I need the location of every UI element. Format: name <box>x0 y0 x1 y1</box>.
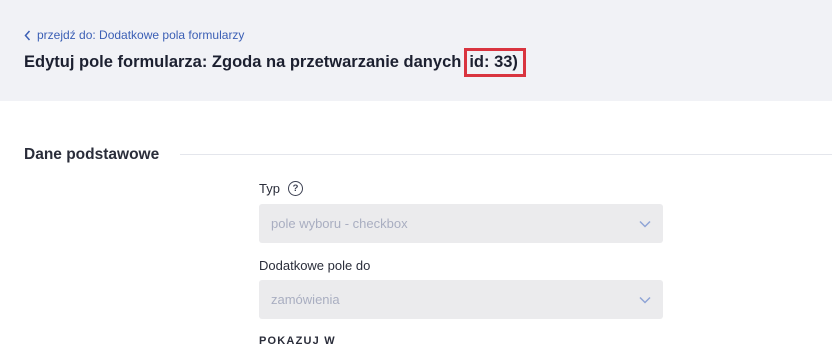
extra-field-for-select[interactable]: zamówienia <box>259 280 663 319</box>
type-field-label: Typ ? <box>259 181 303 196</box>
chevron-left-icon <box>24 30 31 41</box>
extra-field-for-label: Dodatkowe pole do <box>259 258 370 273</box>
section-title: Dane podstawowe <box>24 146 160 163</box>
back-link[interactable]: przejdź do: Dodatkowe pola formularzy <box>24 28 244 42</box>
page-title: Edytuj pole formularza: Zgoda na przetwa… <box>24 48 526 77</box>
type-select[interactable]: pole wyboru - checkbox <box>259 204 663 243</box>
section-divider <box>180 154 832 155</box>
type-label-text: Typ <box>259 181 280 196</box>
extra-field-for-select-value: zamówienia <box>271 292 340 307</box>
page-title-text: Edytuj pole formularza: Zgoda na przetwa… <box>24 53 462 71</box>
question-circle-icon[interactable]: ? <box>287 181 303 196</box>
extra-field-for-label-text: Dodatkowe pole do <box>259 258 371 273</box>
chevron-down-icon <box>639 296 651 304</box>
show-in-label: POKAZUJ W <box>259 335 336 347</box>
chevron-down-icon <box>639 220 651 228</box>
page-header: przejdź do: Dodatkowe pola formularzy Ed… <box>0 0 832 101</box>
field-id-highlight: id: 33) <box>464 48 526 77</box>
back-link-label: przejdź do: Dodatkowe pola formularzy <box>37 28 245 42</box>
type-select-value: pole wyboru - checkbox <box>271 216 408 231</box>
